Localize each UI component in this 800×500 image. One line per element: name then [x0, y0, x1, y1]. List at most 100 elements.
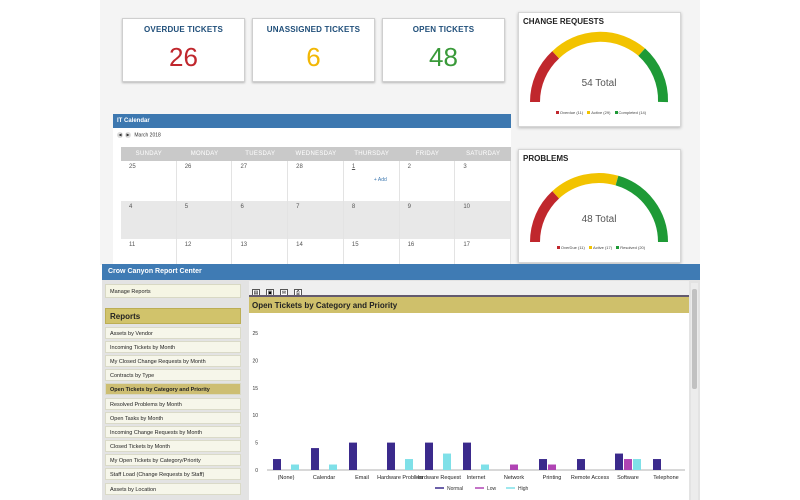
calendar-day[interactable]: 2: [400, 161, 456, 201]
calendar-day[interactable]: 3: [455, 161, 512, 201]
x-tick-label: (None): [278, 475, 295, 481]
bar-high: [329, 464, 337, 470]
bar-high: [481, 464, 489, 470]
calendar-day[interactable]: 8: [344, 201, 400, 239]
manage-reports-link[interactable]: Manage Reports: [105, 284, 241, 298]
calendar-day[interactable]: 11: [121, 239, 177, 264]
bar-normal: [577, 459, 585, 470]
calendar-day[interactable]: 27: [232, 161, 289, 201]
legend-label: Resolved (20): [620, 245, 646, 250]
calendar-week: 11 12 13 14 15 16 17: [121, 239, 512, 264]
legend-swatch: [556, 246, 560, 250]
bar-normal: [539, 459, 547, 470]
report-item[interactable]: Closed Tickets by Month: [105, 440, 241, 452]
calendar-day[interactable]: 14: [288, 239, 344, 264]
report-item[interactable]: Contracts by Type: [105, 369, 241, 381]
report-item[interactable]: Incoming Tickets by Month: [105, 341, 241, 353]
gauge-total: 48 Total: [582, 214, 617, 225]
bar-normal: [273, 459, 281, 470]
weekday-label: MONDAY: [190, 151, 219, 157]
card-title: PROBLEMS: [523, 154, 569, 163]
calendar-weekdays: SUNDAY MONDAY TUESDAY WEDNESDAY THURSDAY…: [121, 147, 511, 161]
bar-high: [405, 459, 413, 470]
bar-low: [624, 459, 632, 470]
legend-label: Normal: [447, 486, 463, 492]
calendar-day[interactable]: 28: [288, 161, 344, 201]
bar-normal: [463, 442, 471, 470]
day-number: 1: [351, 164, 356, 170]
weekday-label: THURSDAY: [354, 151, 390, 157]
card-title: CHANGE REQUESTS: [523, 17, 604, 26]
calendar-day[interactable]: 15: [344, 239, 400, 264]
legend-swatch: [616, 246, 620, 250]
scrollbar-thumb[interactable]: [692, 289, 697, 389]
calendar-day[interactable]: 9: [400, 201, 456, 239]
report-item-selected[interactable]: Open Tickets by Category and Priority: [105, 383, 241, 395]
calendar-day-today[interactable]: 1 + Add: [344, 161, 400, 201]
report-item[interactable]: Assets by Vendor: [105, 327, 241, 339]
calendar-day[interactable]: 4: [121, 201, 177, 239]
legend-label: OverDue (11): [560, 245, 585, 250]
calendar-day[interactable]: 16: [400, 239, 456, 264]
report-item[interactable]: Resolved Problems by Month: [105, 398, 241, 410]
gauge-segment-active: [552, 31, 645, 59]
calendar-day[interactable]: 26: [177, 161, 233, 201]
report-center-title: Crow Canyon Report Center: [102, 264, 700, 280]
x-tick-label: Telephone: [653, 475, 678, 481]
report-item[interactable]: My Open Tickets by Category/Priority: [105, 454, 241, 466]
calendar-week: 4 5 6 7 8 9 10: [121, 201, 512, 239]
gauge-total: 54 Total: [582, 78, 617, 89]
report-item[interactable]: Incoming Change Requests by Month: [105, 426, 241, 438]
it-calendar: IT Calendar ◀ ▶ March 2018 SUNDAY MONDAY …: [113, 114, 512, 264]
tile-value: 48: [429, 42, 458, 72]
unassigned-tickets-tile[interactable]: UNASSIGNED TICKETS 6: [252, 18, 375, 82]
reports-heading: Reports: [105, 308, 241, 324]
tile-value: 26: [169, 42, 198, 72]
gauge-segment-active: [552, 173, 619, 199]
change-requests-card[interactable]: 54 Total CHANGE REQUESTS Overdue (11) Ac…: [518, 12, 681, 127]
page: OVERDUE TICKETS 26 UNASSIGNED TICKETS 6 …: [0, 0, 800, 500]
calendar-day[interactable]: 25: [121, 161, 177, 201]
open-tickets-chart: 0510152025(None) Calendar Email Hardware Pr…: [252, 331, 685, 492]
vertical-scrollbar[interactable]: [691, 283, 698, 500]
prev-month-button[interactable]: ◀: [117, 132, 123, 138]
bar-normal: [425, 442, 433, 470]
calendar-day[interactable]: 12: [177, 239, 233, 264]
calendar-day[interactable]: 6: [232, 201, 289, 239]
calendar-header: IT Calendar: [113, 114, 511, 128]
legend-label: Active (17): [592, 245, 613, 250]
calendar-nav: ◀ ▶ March 2018: [117, 132, 161, 138]
y-tick-label: 0: [255, 468, 258, 474]
legend-swatch: [555, 111, 559, 115]
bar-high: [633, 459, 641, 470]
calendar-day[interactable]: 10: [455, 201, 512, 239]
calendar-day[interactable]: 5: [177, 201, 233, 239]
x-tick-label: Email: [355, 475, 369, 481]
legend-swatch: [588, 246, 592, 250]
problems-card[interactable]: 48 Total PROBLEMS OverDue (11) Active (1…: [518, 149, 681, 263]
y-tick-label: 10: [252, 413, 258, 419]
add-event-link[interactable]: + Add: [374, 177, 387, 183]
report-item[interactable]: My Closed Change Requests by Month: [105, 355, 241, 367]
y-tick-label: 25: [252, 331, 258, 337]
calendar-day[interactable]: 13: [232, 239, 289, 264]
legend-label: Low: [487, 486, 497, 492]
report-item[interactable]: Assets by Location: [105, 483, 241, 495]
tile-value: 6: [306, 42, 321, 72]
open-tickets-tile[interactable]: OPEN TICKETS 48: [382, 18, 505, 82]
overdue-tickets-tile[interactable]: OVERDUE TICKETS 26: [122, 18, 245, 82]
gauge-segment-overdue: [529, 191, 560, 243]
calendar-day[interactable]: 7: [288, 201, 344, 239]
tile-title: UNASSIGNED TICKETS: [266, 25, 361, 34]
bar-normal: [349, 442, 357, 470]
report-title: Open Tickets by Category and Priority: [249, 295, 689, 313]
bar-high: [291, 464, 299, 470]
next-month-button[interactable]: ▶: [125, 132, 131, 138]
calendar-day[interactable]: 17: [455, 239, 512, 264]
report-item[interactable]: Staff Load (Change Requests by Staff): [105, 468, 241, 480]
report-item[interactable]: Open Tasks by Month: [105, 412, 241, 424]
tile-title: OPEN TICKETS: [412, 25, 475, 34]
y-tick-label: 15: [252, 386, 258, 392]
x-tick-label: Internet: [467, 475, 486, 481]
gauge-segment-resolved: [615, 175, 668, 243]
